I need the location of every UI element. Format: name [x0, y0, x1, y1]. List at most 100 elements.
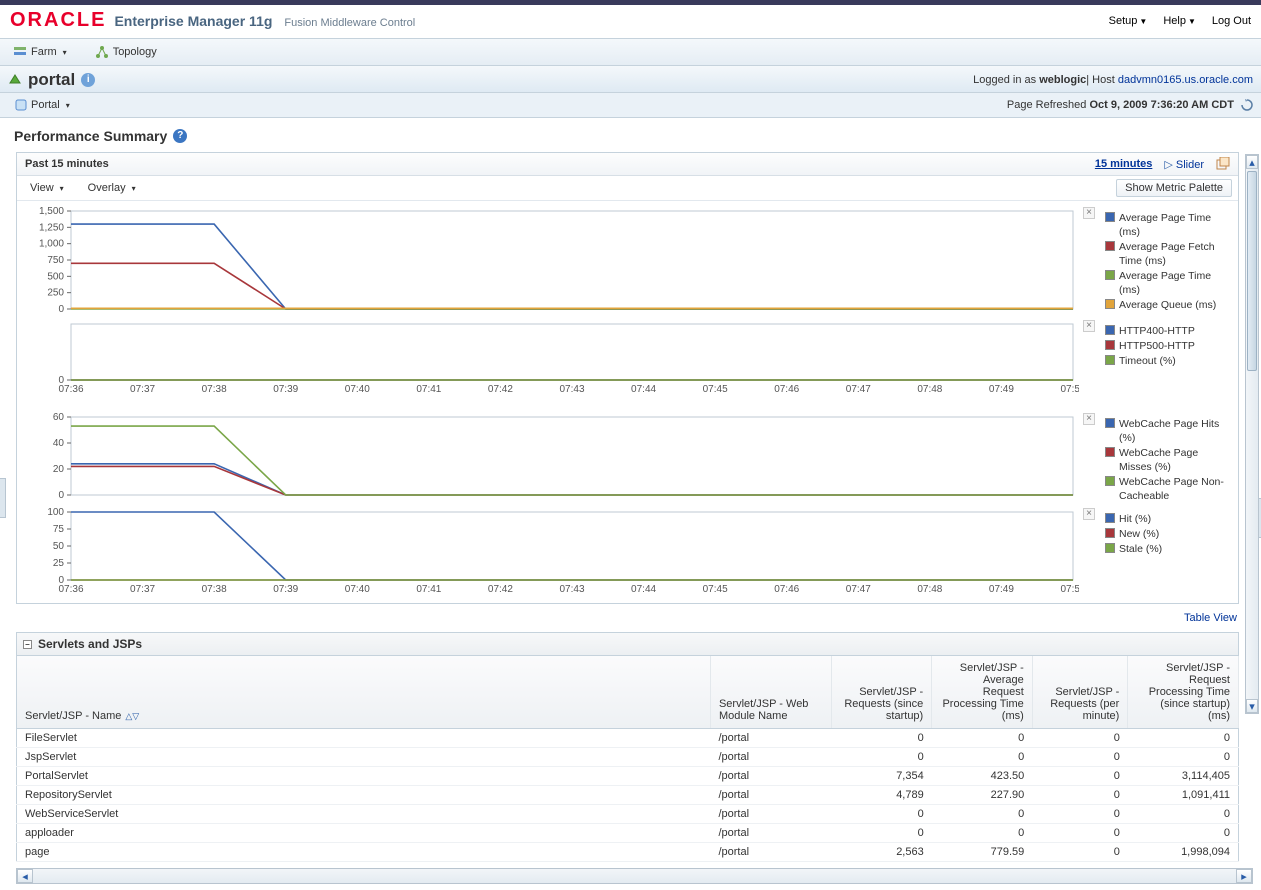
- legend-label: WebCache Page Misses (%): [1119, 446, 1232, 474]
- target-type-icon: [15, 99, 27, 111]
- cell-requests: 0: [831, 824, 932, 843]
- table-row[interactable]: apploader/portal0000: [17, 824, 1239, 843]
- horizontal-scrollbar[interactable]: ◂ ▸: [16, 868, 1253, 884]
- table-row[interactable]: JspServlet/portal0000: [17, 748, 1239, 767]
- col-module[interactable]: Servlet/JSP - Web Module Name: [710, 656, 831, 729]
- sort-icon[interactable]: △▽: [121, 711, 139, 721]
- svg-text:07:46: 07:46: [774, 584, 799, 595]
- svg-text:07:48: 07:48: [917, 584, 942, 595]
- svg-text:07:39: 07:39: [273, 584, 298, 595]
- svg-text:07:45: 07:45: [703, 384, 728, 395]
- left-collapse-handle[interactable]: [0, 478, 6, 518]
- cell-avg: 423.50: [932, 767, 1033, 786]
- legend-swatch: [1105, 212, 1115, 222]
- range-picker[interactable]: 15 minutes: [1095, 158, 1152, 170]
- servlets-table: Servlet/JSP - Name△▽ Servlet/JSP - Web M…: [16, 656, 1239, 862]
- legend-label: WebCache Page Hits (%): [1119, 417, 1232, 445]
- chart-close-icon[interactable]: ×: [1083, 207, 1095, 219]
- global-links: Setup▼ Help▼ Log Out: [1109, 15, 1251, 27]
- line-chart: 007:3607:3707:3807:3907:4007:4107:4207:4…: [19, 318, 1079, 408]
- slider-toggle[interactable]: ▷ Slider: [1164, 158, 1204, 171]
- nav-toolbar: Farm ▾ Topology: [0, 38, 1261, 66]
- chart-close-icon[interactable]: ×: [1083, 413, 1095, 425]
- line-chart: 025507510007:3607:3707:3807:3907:4007:41…: [19, 506, 1079, 596]
- overlay-menu[interactable]: Overlay▾: [81, 179, 143, 197]
- svg-text:750: 750: [47, 255, 64, 266]
- scroll-right-icon[interactable]: ▸: [1236, 869, 1252, 883]
- topology-button[interactable]: Topology: [88, 42, 164, 62]
- legend-item[interactable]: WebCache Page Misses (%): [1105, 446, 1232, 474]
- chart-close-icon[interactable]: ×: [1083, 508, 1095, 520]
- legend-item[interactable]: HTTP400-HTTP: [1105, 324, 1232, 338]
- servlets-title: Servlets and JSPs: [38, 637, 142, 651]
- caret-down-icon: ▾: [61, 48, 67, 57]
- legend-item[interactable]: Average Page Fetch Time (ms): [1105, 240, 1232, 268]
- detach-icon[interactable]: [1216, 157, 1230, 171]
- chart-legend: HTTP400-HTTPHTTP500-HTTPTimeout (%): [1099, 318, 1236, 411]
- cell-total: 1,091,411: [1128, 786, 1239, 805]
- table-row[interactable]: page/portal2,563779.5901,998,094: [17, 843, 1239, 862]
- cell-total: 3,114,405: [1128, 767, 1239, 786]
- help-icon[interactable]: ?: [173, 129, 187, 143]
- vertical-scrollbar[interactable]: ▴ ▾: [1245, 154, 1259, 714]
- caret-down-icon: ▼: [1137, 17, 1147, 26]
- legend-item[interactable]: HTTP500-HTTP: [1105, 339, 1232, 353]
- legend-item[interactable]: Average Page Time (ms): [1105, 211, 1232, 239]
- cell-permin: 0: [1032, 767, 1128, 786]
- chart-close-icon[interactable]: ×: [1083, 320, 1095, 332]
- table-row[interactable]: WebServiceServlet/portal0000: [17, 805, 1239, 824]
- cell-total: 0: [1128, 729, 1239, 748]
- collapse-icon[interactable]: –: [23, 640, 32, 649]
- svg-text:07:44: 07:44: [631, 584, 656, 595]
- col-total[interactable]: Servlet/JSP - Request Processing Time (s…: [1128, 656, 1239, 729]
- col-avg[interactable]: Servlet/JSP - Average Request Processing…: [932, 656, 1033, 729]
- view-menu[interactable]: View▾: [23, 179, 71, 197]
- refresh-icon[interactable]: [1241, 99, 1253, 111]
- servlets-header[interactable]: – Servlets and JSPs: [16, 632, 1239, 656]
- legend-item[interactable]: Timeout (%): [1105, 354, 1232, 368]
- show-metric-palette-button[interactable]: Show Metric Palette: [1116, 179, 1232, 197]
- svg-text:100: 100: [47, 507, 64, 518]
- cell-permin: 0: [1032, 824, 1128, 843]
- legend-swatch: [1105, 543, 1115, 553]
- table-row[interactable]: PortalServlet/portal7,354423.5003,114,40…: [17, 767, 1239, 786]
- legend-item[interactable]: Average Queue (ms): [1105, 298, 1232, 312]
- legend-item[interactable]: Stale (%): [1105, 542, 1232, 556]
- scroll-left-icon[interactable]: ◂: [17, 869, 33, 883]
- host-link[interactable]: dadvmn0165.us.oracle.com: [1118, 74, 1253, 86]
- svg-text:07:39: 07:39: [273, 384, 298, 395]
- table-row[interactable]: FileServlet/portal0000: [17, 729, 1239, 748]
- cell-permin: 0: [1032, 843, 1128, 862]
- table-view-link[interactable]: Table View: [1184, 612, 1237, 624]
- cell-requests: 4,789: [831, 786, 932, 805]
- setup-link[interactable]: Setup▼: [1109, 15, 1148, 27]
- legend-item[interactable]: Hit (%): [1105, 512, 1232, 526]
- portal-menu[interactable]: Portal ▾: [8, 96, 77, 114]
- col-name[interactable]: Servlet/JSP - Name△▽: [17, 656, 711, 729]
- svg-text:40: 40: [53, 438, 65, 449]
- farm-menu[interactable]: Farm ▾: [6, 42, 74, 62]
- scroll-thumb[interactable]: [1247, 171, 1257, 371]
- legend-swatch: [1105, 528, 1115, 538]
- scroll-up-icon[interactable]: ▴: [1246, 155, 1258, 169]
- col-requests[interactable]: Servlet/JSP - Requests (since startup): [831, 656, 932, 729]
- legend-item[interactable]: WebCache Page Hits (%): [1105, 417, 1232, 445]
- col-permin[interactable]: Servlet/JSP - Requests (per minute): [1032, 656, 1128, 729]
- table-row[interactable]: RepositoryServlet/portal4,789227.9001,09…: [17, 786, 1239, 805]
- legend-item[interactable]: WebCache Page Non-Cacheable: [1105, 475, 1232, 503]
- svg-text:07:36: 07:36: [58, 584, 83, 595]
- info-icon[interactable]: i: [81, 73, 95, 87]
- cell-module: /portal: [710, 748, 831, 767]
- cell-name: JspServlet: [17, 748, 711, 767]
- legend-item[interactable]: Average Page Time (ms): [1105, 269, 1232, 297]
- legend-label: Stale (%): [1119, 542, 1162, 556]
- svg-text:07:41: 07:41: [416, 384, 441, 395]
- legend-swatch: [1105, 340, 1115, 350]
- logout-link[interactable]: Log Out: [1212, 15, 1251, 27]
- cell-total: 0: [1128, 805, 1239, 824]
- scroll-down-icon[interactable]: ▾: [1246, 699, 1258, 713]
- help-link[interactable]: Help▼: [1163, 15, 1196, 27]
- topology-icon: [95, 45, 109, 59]
- legend-item[interactable]: New (%): [1105, 527, 1232, 541]
- servlets-section: – Servlets and JSPs Servlet/JSP - Name△▽…: [16, 632, 1239, 862]
